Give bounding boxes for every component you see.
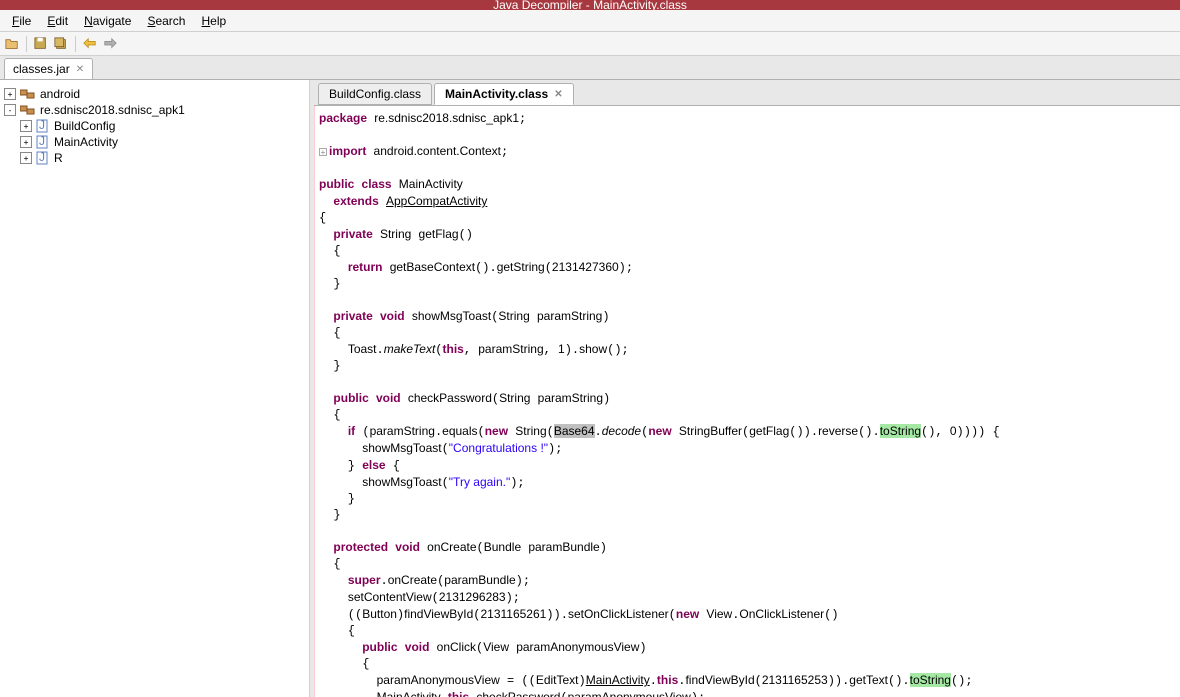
class-tab-label: MainActivity.class xyxy=(445,87,548,101)
tree-label: BuildConfig xyxy=(54,119,115,133)
code-panel: BuildConfig.class MainActivity.class ✕ p… xyxy=(314,80,1180,697)
tree-label: re.sdnisc2018.sdnisc_apk1 xyxy=(40,103,185,117)
separator xyxy=(26,36,27,52)
expand-icon[interactable]: + xyxy=(20,152,32,164)
class-icon: J xyxy=(36,119,50,133)
menu-navigate[interactable]: Navigate xyxy=(76,14,139,28)
class-tab-mainactivity[interactable]: MainActivity.class ✕ xyxy=(434,83,574,105)
close-icon[interactable]: ✕ xyxy=(554,89,562,100)
package-tree[interactable]: + android - re.sdnisc2018.sdnisc_apk1 + … xyxy=(0,80,310,697)
expand-icon[interactable]: + xyxy=(20,136,32,148)
menu-file[interactable]: File xyxy=(4,14,39,28)
class-tab-buildconfig[interactable]: BuildConfig.class xyxy=(318,83,432,105)
collapse-icon[interactable]: - xyxy=(4,104,16,116)
svg-text:J: J xyxy=(39,119,45,132)
toolbar xyxy=(0,32,1180,56)
back-icon[interactable] xyxy=(82,36,98,52)
class-tab-label: BuildConfig.class xyxy=(329,87,421,101)
menu-help[interactable]: Help xyxy=(193,14,234,28)
svg-text:J: J xyxy=(39,135,45,148)
menu-edit[interactable]: Edit xyxy=(39,14,76,28)
expand-icon[interactable]: + xyxy=(20,120,32,132)
fold-icon[interactable]: + xyxy=(319,148,327,156)
tree-label: R xyxy=(54,151,63,165)
tree-node-mainactivity[interactable]: + J MainActivity xyxy=(4,134,305,150)
source-code[interactable]: package re.sdnisc2018.sdnisc_apk1; +impo… xyxy=(315,106,1180,697)
separator xyxy=(75,36,76,52)
tree-node-r[interactable]: + J R xyxy=(4,150,305,166)
class-icon: J xyxy=(36,135,50,149)
expand-icon[interactable]: + xyxy=(4,88,16,100)
tree-node-android[interactable]: + android xyxy=(4,86,305,102)
svg-text:J: J xyxy=(39,151,45,164)
close-icon[interactable]: ✕ xyxy=(76,64,84,75)
class-icon: J xyxy=(36,151,50,165)
forward-icon[interactable] xyxy=(102,36,118,52)
menu-bar: File Edit Navigate Search Help xyxy=(0,10,1180,32)
save-icon[interactable] xyxy=(33,36,49,52)
class-tabs: BuildConfig.class MainActivity.class ✕ xyxy=(314,80,1180,106)
tree-label: android xyxy=(40,87,80,101)
package-icon xyxy=(20,88,36,100)
code-area[interactable]: package re.sdnisc2018.sdnisc_apk1; +impo… xyxy=(314,106,1180,697)
title-text: Java Decompiler - MainActivity.class xyxy=(493,0,687,10)
save-all-icon[interactable] xyxy=(53,36,69,52)
title-bar: Java Decompiler - MainActivity.class xyxy=(0,0,1180,10)
file-tabs: classes.jar ✕ xyxy=(0,56,1180,80)
open-icon[interactable] xyxy=(4,36,20,52)
menu-search[interactable]: Search xyxy=(139,14,193,28)
tree-node-buildconfig[interactable]: + J BuildConfig xyxy=(4,118,305,134)
tree-node-pkg[interactable]: - re.sdnisc2018.sdnisc_apk1 xyxy=(4,102,305,118)
main-area: + android - re.sdnisc2018.sdnisc_apk1 + … xyxy=(0,80,1180,697)
package-icon xyxy=(20,104,36,116)
tree-label: MainActivity xyxy=(54,135,118,149)
file-tab-classes-jar[interactable]: classes.jar ✕ xyxy=(4,58,93,79)
file-tab-label: classes.jar xyxy=(13,62,70,76)
